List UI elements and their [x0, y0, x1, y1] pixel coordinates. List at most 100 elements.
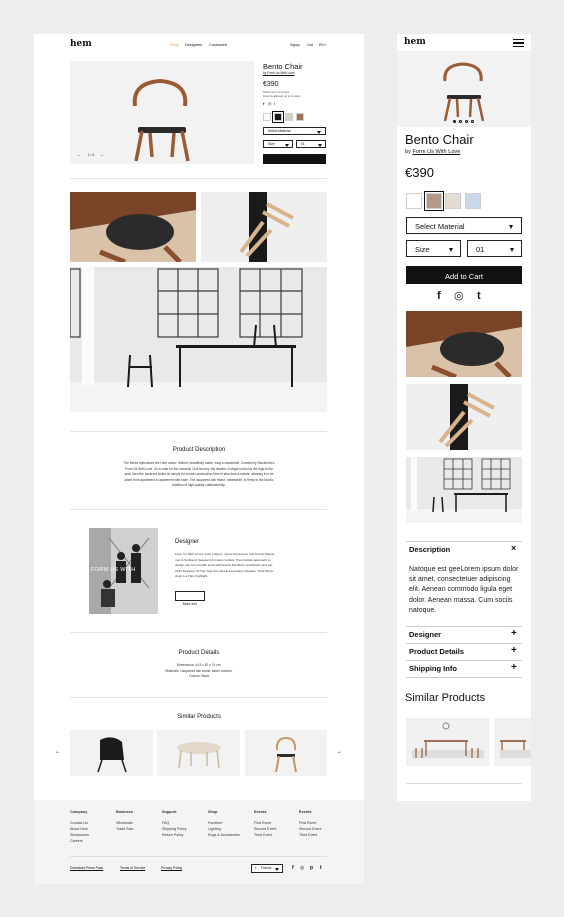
footer-link[interactable]: Second Event — [299, 827, 321, 832]
footer-link[interactable]: Contact Us — [70, 821, 88, 826]
facebook-icon[interactable]: f — [292, 866, 294, 871]
next-image-arrow[interactable]: → — [99, 153, 104, 158]
mobile-gallery-interior[interactable] — [406, 457, 522, 523]
footer-link[interactable]: Second Event — [254, 827, 276, 832]
material-select[interactable]: Select Material — [263, 127, 326, 135]
nav-customize[interactable]: Customize — [209, 43, 227, 48]
designer-heading: Designer — [175, 539, 200, 545]
mobile-product-title: Bento Chair — [405, 132, 474, 147]
footer-link[interactable]: First Event — [254, 821, 271, 826]
swatch-white[interactable] — [406, 193, 422, 209]
footer-link[interactable]: Wholesale — [116, 821, 133, 826]
signup-link[interactable]: Signup — [290, 43, 300, 47]
footer-link[interactable]: Trade Sale — [116, 827, 133, 832]
swatch-walnut[interactable] — [424, 191, 444, 211]
instagram-icon[interactable]: ◎ — [454, 291, 464, 302]
similar-product-lounge-chair[interactable] — [70, 730, 153, 776]
quantity-select[interactable]: 01 — [296, 140, 326, 148]
close-icon[interactable]: × — [511, 544, 516, 553]
mobile-product-image[interactable] — [397, 51, 531, 127]
designer-photo: FORM US WITH — [89, 528, 158, 614]
region-select[interactable]: ◐ France — [251, 864, 283, 873]
swatch-beige[interactable] — [445, 193, 461, 209]
footer-link[interactable]: First Event — [299, 821, 316, 826]
facebook-icon[interactable]: f — [437, 291, 441, 302]
footer-link[interactable]: FAQ — [162, 821, 169, 826]
add-to-cart-button[interactable]: Add to Cart — [263, 154, 326, 168]
swatch-walnut[interactable] — [296, 113, 304, 121]
mobile-size-select[interactable]: Size — [406, 240, 461, 257]
add-to-cart-label: Add to Cart — [285, 164, 304, 168]
footer-link[interactable]: Furniture — [208, 821, 222, 826]
flag-icon: ◐ — [255, 866, 258, 870]
footer-link[interactable]: Shipping Policy — [162, 827, 187, 832]
product-title: Bento Chair — [263, 62, 303, 71]
twitter-icon[interactable]: t — [320, 866, 322, 871]
footer-link[interactable]: Third Event — [254, 833, 272, 838]
twitter-icon[interactable]: t — [274, 102, 275, 106]
swatch-black[interactable] — [272, 111, 284, 123]
nav-designers[interactable]: Designers — [185, 43, 202, 48]
logo[interactable]: hem — [70, 40, 92, 49]
plus-icon[interactable]: + — [511, 629, 517, 639]
similar-product-bento-chair[interactable] — [245, 730, 327, 776]
product-price: €390 — [263, 81, 279, 88]
footer-link[interactable]: Rugs & Accessories — [208, 833, 240, 838]
cart-link[interactable]: Cart — [307, 43, 313, 47]
region-label: France — [261, 866, 272, 870]
privacy-link[interactable]: Privacy Policy — [161, 866, 182, 870]
chevron-down-icon — [509, 224, 513, 229]
designer-link[interactable]: Form Us With Love — [412, 149, 460, 155]
footer-link[interactable]: Lighting — [208, 827, 221, 832]
mobile-similar-product[interactable] — [494, 718, 531, 766]
swatch-beige[interactable] — [285, 113, 293, 121]
mobile-material-select[interactable]: Select Material — [406, 217, 522, 234]
similar-prev-arrow[interactable]: ← — [55, 749, 61, 755]
description-accordion-title[interactable]: Description — [409, 546, 450, 554]
similar-next-arrow[interactable]: → — [336, 749, 342, 755]
similar-product-ottoman[interactable] — [157, 730, 240, 776]
pinterest-icon[interactable]: p — [310, 866, 313, 871]
mobile-similar-product[interactable] — [406, 718, 489, 766]
mobile-gallery-chair-closeup[interactable] — [406, 311, 522, 377]
similar-heading: Similar Products — [177, 714, 221, 720]
footer-link[interactable]: Return Policy — [162, 833, 183, 838]
language-select[interactable]: EN ▾ — [319, 43, 326, 47]
mobile-logo[interactable]: hem — [404, 38, 426, 47]
plus-icon[interactable]: + — [511, 663, 517, 673]
details-body: Dimensions: 44.5 x 82 x 74 cm. Materials… — [34, 663, 364, 680]
mobile-gallery-carrying-chair[interactable] — [406, 384, 522, 450]
carousel-dots[interactable] — [453, 120, 475, 124]
twitter-icon[interactable]: t — [477, 291, 481, 302]
more-info-button[interactable]: More Info — [175, 591, 205, 606]
swatch-white[interactable] — [263, 113, 271, 121]
mobile-quantity-select[interactable]: 01 — [467, 240, 522, 257]
product-byline[interactable]: by Form Us With Love — [263, 71, 295, 75]
footer-link[interactable]: Showrooms — [70, 833, 89, 838]
instagram-icon[interactable]: ◎ — [268, 102, 272, 106]
press-pack-link[interactable]: Download Press Pack — [70, 866, 103, 870]
designer-accordion-title[interactable]: Designer — [409, 631, 441, 639]
plus-icon[interactable]: + — [511, 646, 517, 656]
prev-image-arrow[interactable]: ← — [77, 153, 82, 158]
shipping-info-accordion-title[interactable]: Shipping Info — [409, 665, 457, 673]
facebook-icon[interactable]: f — [263, 102, 264, 106]
designer-line: chair is a Hem highlight. — [175, 574, 209, 579]
gallery-image-interior[interactable] — [70, 267, 327, 412]
size-select[interactable]: Size — [263, 140, 293, 148]
gallery-image-chair-closeup[interactable] — [70, 192, 196, 262]
instagram-icon[interactable]: ◎ — [300, 866, 304, 871]
swatch-blue[interactable] — [465, 193, 481, 209]
gallery-image-carrying-chair[interactable] — [201, 192, 327, 262]
terms-link[interactable]: Terms of Service — [120, 866, 145, 870]
nav-shop[interactable]: Shop — [170, 43, 179, 48]
footer-link[interactable]: Third Event — [299, 833, 317, 838]
footer-link[interactable]: About Hem — [70, 827, 88, 832]
mobile-add-to-cart-button[interactable]: Add to Cart — [406, 266, 522, 284]
hamburger-menu-icon[interactable] — [513, 39, 524, 47]
product-main-image[interactable]: ← 1 / 4 → — [70, 61, 254, 164]
divider — [406, 677, 522, 678]
footer-link[interactable]: Careers — [70, 839, 83, 844]
returns-info: Returns allowed up to 14 days — [263, 94, 301, 98]
product-details-accordion-title[interactable]: Product Details — [409, 648, 464, 656]
